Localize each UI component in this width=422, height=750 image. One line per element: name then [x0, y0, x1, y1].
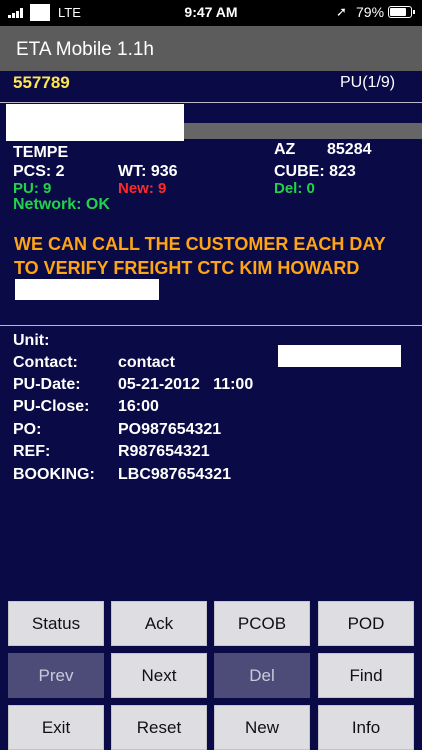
order-number: 557789: [13, 73, 70, 92]
pickup-count: PU: 9: [13, 180, 52, 197]
pu-close-value: 16:00: [118, 398, 159, 415]
state: AZ: [274, 141, 296, 158]
battery-tip: [413, 10, 415, 14]
next-button[interactable]: Next: [111, 653, 207, 698]
new-count: New: 9: [118, 180, 167, 197]
pieces-count: PCS: 2: [13, 163, 65, 180]
new-button[interactable]: New: [214, 705, 310, 750]
reset-button[interactable]: Reset: [111, 705, 207, 750]
pickup-counter: PU(1/9): [340, 74, 396, 91]
zip-code: 85284: [327, 141, 372, 158]
contact-label: Contact:: [13, 354, 78, 371]
battery-icon: [388, 6, 412, 18]
divider: [0, 102, 422, 103]
pod-button[interactable]: POD: [318, 601, 414, 646]
order-note-line-1: WE CAN CALL THE CUSTOMER EACH DAY: [14, 234, 386, 254]
find-button[interactable]: Find: [318, 653, 414, 698]
pcob-button[interactable]: PCOB: [214, 601, 310, 646]
battery-percentage: 79%: [356, 4, 385, 20]
address-bar: [184, 123, 422, 139]
prev-button[interactable]: Prev: [8, 653, 104, 698]
app-title-bar: ETA Mobile 1.1h: [0, 26, 422, 71]
pu-date-label: PU-Date:: [13, 376, 81, 393]
contact-phone-redaction: [278, 345, 401, 367]
delivery-count: Del: 0: [274, 180, 315, 197]
order-note-line-2: TO VERIFY FREIGHT CTC KIM HOWARD: [14, 258, 360, 278]
network-status: Network: OK: [13, 196, 110, 213]
booking-label: BOOKING:: [13, 466, 95, 483]
location-arrow-icon: ➚: [336, 4, 347, 19]
info-button[interactable]: Info: [318, 705, 414, 750]
po-value: PO987654321: [118, 421, 222, 438]
city: TEMPE: [13, 144, 69, 161]
ref-value: R987654321: [118, 443, 210, 460]
ack-button[interactable]: Ack: [111, 601, 207, 646]
contact-value: contact: [118, 354, 175, 371]
pu-close-label: PU-Close:: [13, 398, 90, 415]
status-bar: LTE 9:47 AM ➚ 79%: [0, 0, 422, 26]
weight: WT: 936: [118, 163, 178, 180]
pu-date-value: 05-21-2012 11:00: [118, 376, 254, 393]
status-button[interactable]: Status: [8, 601, 104, 646]
booking-value: LBC987654321: [118, 466, 231, 483]
divider: [0, 325, 422, 326]
ref-label: REF:: [13, 443, 51, 460]
app-title: ETA Mobile 1.1h: [16, 39, 155, 60]
po-label: PO:: [13, 421, 42, 438]
note-redaction: [15, 279, 159, 300]
unit-label: Unit:: [13, 332, 50, 349]
customer-name-redaction: [6, 104, 184, 141]
cube: CUBE: 823: [274, 163, 356, 180]
exit-button[interactable]: Exit: [8, 705, 104, 750]
del-button[interactable]: Del: [214, 653, 310, 698]
